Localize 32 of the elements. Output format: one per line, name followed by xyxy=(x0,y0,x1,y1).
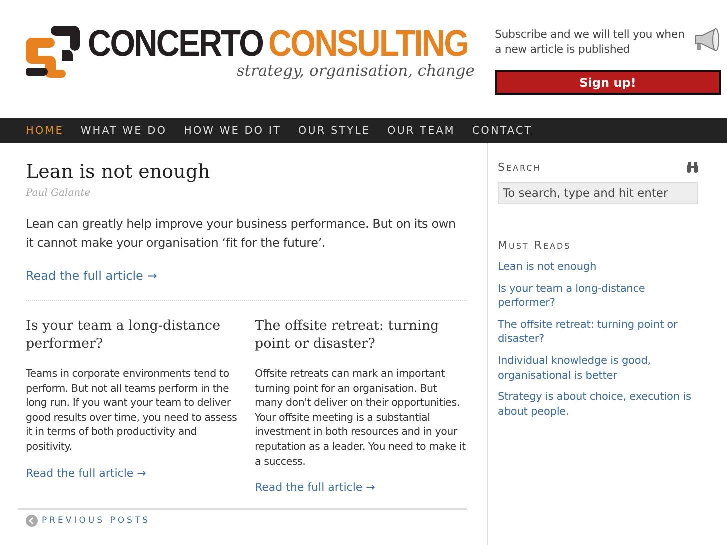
article-excerpt: Offsite retreats can mark an important turning point for an organisation. But many don't deliver on their opportunities. Your offsite meeting is a substantial investment in both resources and in your reputation as a leader. You need to make it a success. xyxy=(255,367,467,470)
read-more-link[interactable]: Read the full article → xyxy=(26,466,238,480)
logo-text: CONCERTO xyxy=(88,24,264,64)
nav-link[interactable]: OUR STYLE xyxy=(298,124,370,136)
logo-tagline: strategy, organisation, change xyxy=(236,62,475,80)
read-more-link[interactable]: Read the full article → xyxy=(255,481,467,494)
binoculars-icon xyxy=(686,162,699,174)
must-read-link[interactable]: Is your team a long-distance performer? xyxy=(498,282,699,311)
read-more-link[interactable]: Read the full article → xyxy=(26,269,467,283)
search-field[interactable]: To search, type and hit enter xyxy=(498,182,698,204)
article-excerpt: Teams in corporate environments tend to perform. But not all teams perform in the long run. If you want your team to deliver good results over time, you need to assess it in terms of both productivity and positivity. xyxy=(26,367,238,455)
nav-link[interactable]: OUR TEAM xyxy=(387,124,456,136)
sign-up-button[interactable]: Sign up! xyxy=(495,70,721,95)
nav-link[interactable]: HOW WE DO IT xyxy=(184,124,282,136)
nav-link[interactable]: CONTACT xyxy=(472,124,533,136)
article-excerpt: Lean can greatly help improve your business performance. But on its own it cannot make your organisation ‘fit for the future’. xyxy=(26,216,457,252)
subscribe-text: Subscribe and we will tell you when a new article is published xyxy=(495,27,686,57)
author-name: Paul Galante xyxy=(26,188,92,199)
previous-posts-link[interactable]: PREVIOUS POSTS xyxy=(42,516,151,526)
article-title[interactable]: Is your team a long-distance performer? xyxy=(26,317,238,353)
section-heading: Must Reads xyxy=(498,239,572,252)
nav-link[interactable]: WHAT WE DO xyxy=(80,124,167,136)
article-title[interactable]: Lean is not enough xyxy=(26,161,467,183)
logo-text: CONSULTING xyxy=(268,24,468,64)
nav-link[interactable]: HOME xyxy=(26,124,64,136)
must-read-link[interactable]: Individual knowledge is good, organisational is better xyxy=(498,354,699,384)
megaphone-icon xyxy=(693,27,721,53)
section-heading: Search xyxy=(498,161,542,174)
article-title[interactable]: The offsite retreat: turning point or disaster? xyxy=(255,317,467,353)
must-read-link[interactable]: The offsite retreat: turning point or disaster? xyxy=(498,318,699,347)
must-read-link[interactable]: Lean is not enough xyxy=(498,260,699,275)
must-read-link[interactable]: Strategy is about choice, execution is about people. xyxy=(498,390,699,420)
